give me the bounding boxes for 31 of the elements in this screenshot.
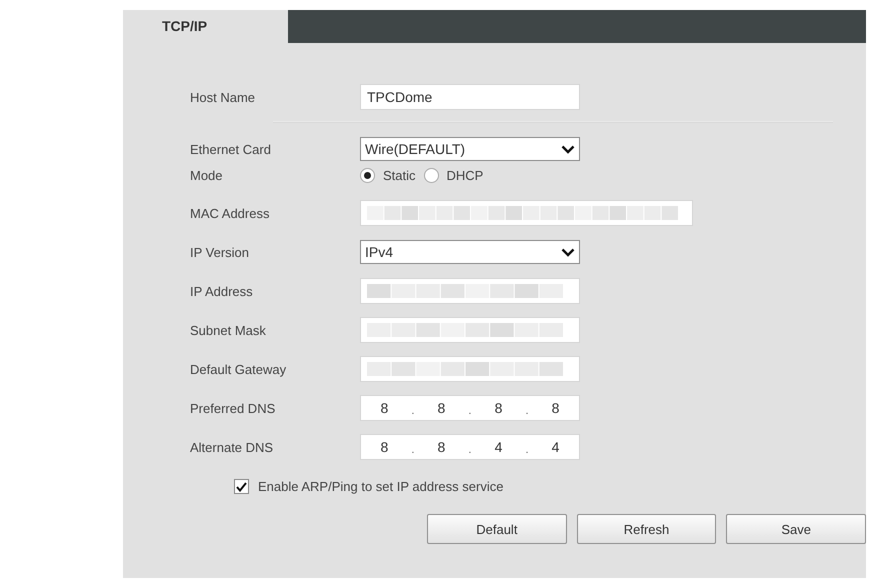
field-label: IP Address xyxy=(190,284,254,298)
radio-button[interactable] xyxy=(360,168,375,182)
field-label: Mode xyxy=(190,168,224,182)
field-label: IP Version xyxy=(190,244,250,260)
field-label: Subnet Mask xyxy=(190,322,267,338)
radio-label: DHCP xyxy=(446,168,484,182)
field-label: Host Name xyxy=(190,90,256,104)
action-button[interactable]: Default xyxy=(427,514,567,544)
field-label: MAC Address xyxy=(190,206,270,220)
blurred-field[interactable] xyxy=(360,200,693,226)
ip-field[interactable]: 8 . 8 . 4 . 4 xyxy=(360,434,580,460)
chevron-down-icon xyxy=(561,144,575,154)
tab[interactable]: TCP/IP xyxy=(123,10,288,43)
checkbox[interactable] xyxy=(234,479,249,494)
action-button[interactable]: Save xyxy=(726,514,866,544)
dropdown[interactable]: IPv4 xyxy=(360,240,580,264)
blurred-field[interactable] xyxy=(360,278,580,304)
radio-label: Static xyxy=(383,168,416,182)
radio-button[interactable] xyxy=(424,168,439,182)
blurred-field[interactable] xyxy=(360,356,580,382)
action-button[interactable]: Refresh xyxy=(576,514,716,544)
checkbox-label: Enable ARP/Ping to set IP address service xyxy=(258,479,504,494)
ip-field[interactable]: 8 . 8 . 8 . 8 xyxy=(360,395,580,421)
field-label: Alternate DNS xyxy=(190,440,274,454)
dropdown[interactable]: Wire(DEFAULT) xyxy=(360,137,580,161)
field-label: Default Gateway xyxy=(190,362,288,376)
field-label: Preferred DNS xyxy=(190,400,276,416)
blurred-field[interactable] xyxy=(360,317,580,343)
text-field[interactable]: TPCDome xyxy=(360,84,580,110)
field-label: Ethernet Card xyxy=(190,142,272,156)
chevron-down-icon xyxy=(561,248,575,256)
